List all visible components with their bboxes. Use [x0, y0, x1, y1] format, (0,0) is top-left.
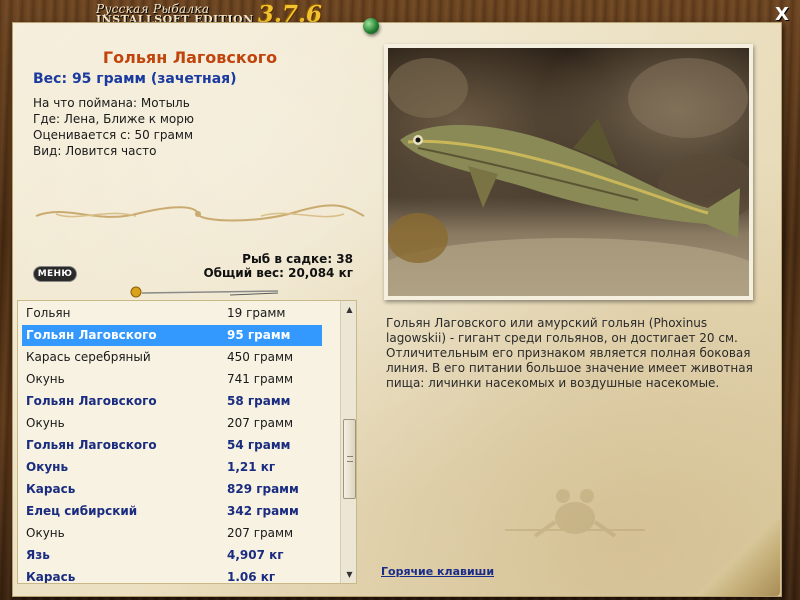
fish-row-name: Гольян	[26, 306, 71, 320]
fish-row-weight: 95 грамм	[227, 328, 291, 342]
needle-decoration	[130, 286, 279, 298]
table-row[interactable]: Гольян Лаговского 95 грамм	[22, 325, 322, 346]
fish-row-weight: 829 грамм	[227, 482, 299, 496]
fish-row-weight: 1,21 кг	[227, 460, 276, 474]
pin-icon	[363, 18, 379, 34]
table-row[interactable]: Елец сибирский 342 грамм	[22, 501, 322, 522]
fish-list[interactable]: Гольян 19 грамм Гольян Лаговского 95 грамм К…	[17, 300, 357, 584]
fish-row-weight: 450 грамм	[227, 350, 294, 364]
fish-row-name: Карась серебряный	[26, 350, 151, 364]
catch-kind: Вид: Ловится часто	[33, 144, 157, 158]
fish-row-name: Гольян Лаговского	[26, 328, 157, 342]
fish-row-name: Окунь	[26, 460, 69, 474]
total-weight: Общий вес: 20,084 кг	[203, 266, 353, 280]
table-row[interactable]: Гольян 19 грамм	[22, 303, 322, 324]
table-row[interactable]: Окунь 741 грамм	[22, 369, 322, 390]
fish-photo-frame	[384, 44, 753, 300]
scroll-thumb[interactable]	[343, 419, 356, 499]
table-row[interactable]: Карась 829 грамм	[22, 479, 322, 500]
catch-bait: На что поймана: Мотыль	[33, 96, 190, 110]
catch-place: Где: Лена, Ближе к морю	[33, 112, 194, 126]
table-row[interactable]: Язь 4,907 кг	[22, 545, 322, 566]
chevron-up-icon[interactable]: ▲	[341, 301, 356, 318]
fish-row-weight: 207 грамм	[227, 416, 294, 430]
table-row[interactable]: Гольян Лаговского 58 грамм	[22, 391, 322, 412]
table-row[interactable]: Гольян Лаговского 54 грамм	[22, 435, 322, 456]
fish-row-weight: 19 грамм	[227, 306, 286, 320]
stats-panel: Рыб в садке: 38 Общий вес: 20,084 кг	[203, 252, 353, 280]
fish-row-name: Окунь	[26, 416, 65, 430]
fish-row-name: Елец сибирский	[26, 504, 138, 518]
fish-weight: Вес: 95 грамм (зачетная)	[33, 71, 237, 87]
fish-photo	[388, 48, 749, 296]
fish-row-name: Окунь	[26, 526, 65, 540]
table-row[interactable]: Карась 1.06 кг	[22, 567, 322, 584]
ornament-divider	[35, 204, 365, 222]
fisherman-stamp-icon	[505, 489, 645, 538]
fish-row-weight: 1.06 кг	[227, 570, 276, 584]
hotkeys-link[interactable]: Горячие клавиши	[381, 565, 494, 578]
list-scrollbar[interactable]: ▲ ▼	[340, 301, 356, 583]
fish-row-weight: 342 грамм	[227, 504, 299, 518]
catch-valued-from: Оценивается с: 50 грамм	[33, 128, 193, 142]
fish-row-weight: 54 грамм	[227, 438, 291, 452]
fish-row-name: Окунь	[26, 372, 65, 386]
fish-row-name: Гольян Лаговского	[26, 394, 157, 408]
table-row[interactable]: Окунь 207 грамм	[22, 413, 322, 434]
scroll-grip	[347, 456, 353, 462]
fish-row-name: Язь	[26, 548, 50, 562]
paper-curl	[690, 520, 780, 596]
catch-info: На что поймана: Мотыль Где: Лена, Ближе …	[33, 95, 194, 159]
table-row[interactable]: Окунь 207 грамм	[22, 523, 322, 544]
fish-row-weight: 4,907 кг	[227, 548, 284, 562]
fish-illustration	[388, 58, 749, 296]
table-row[interactable]: Карась серебряный 450 грамм	[22, 347, 322, 368]
fish-name-title: Гольян Лаговского	[102, 48, 278, 67]
fish-row-weight: 207 грамм	[227, 526, 294, 540]
menu-button[interactable]: МЕНЮ	[34, 267, 76, 281]
fish-description: Гольян Лаговского или амурский гольян (P…	[386, 316, 753, 390]
fish-row-name: Гольян Лаговского	[26, 438, 157, 452]
fish-count: Рыб в садке: 38	[242, 252, 353, 266]
fish-row-name: Карась	[26, 482, 76, 496]
fish-row-weight: 741 грамм	[227, 372, 294, 386]
fish-row-weight: 58 грамм	[227, 394, 291, 408]
fish-row-name: Карась	[26, 570, 76, 584]
chevron-down-icon[interactable]: ▼	[341, 566, 356, 583]
table-row[interactable]: Окунь 1,21 кг	[22, 457, 322, 478]
